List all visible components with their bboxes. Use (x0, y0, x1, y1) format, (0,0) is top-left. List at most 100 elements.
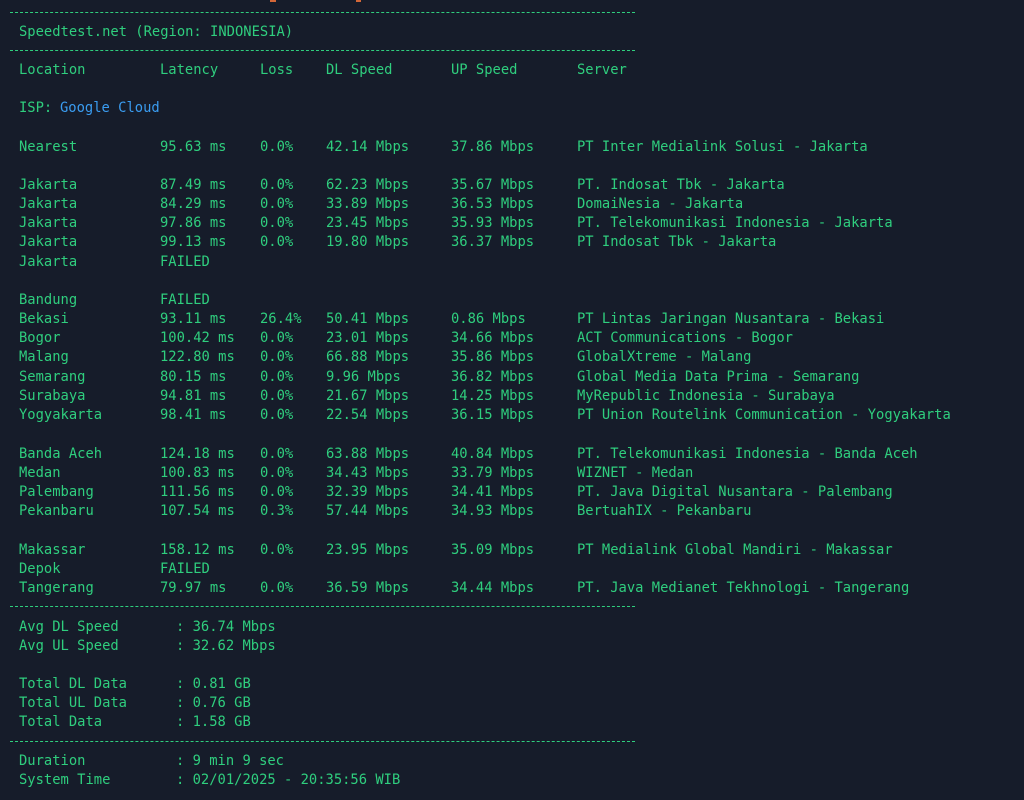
separator-line (10, 50, 635, 51)
isp-line: ISP: Google Cloud (0, 99, 160, 118)
cell-location: Depok (19, 561, 61, 577)
cell-dl-speed: 57.44 Mbps (326, 503, 410, 519)
cell-server: PT. Indosat Tbk - Jakarta (577, 177, 785, 193)
cell-location: Palembang (19, 484, 94, 500)
cell-location: Bogor (19, 330, 61, 346)
cell-loss: 0.0% (260, 177, 294, 193)
cell-latency: FAILED (160, 561, 210, 577)
cell-location: Yogyakarta (19, 407, 103, 423)
cell-latency: 124.18 ms (160, 446, 235, 462)
summary-row-value: : 0.76 GB (176, 695, 251, 711)
cell-dl-speed: 23.45 Mbps (326, 215, 410, 231)
cell-location: Jakarta (19, 234, 78, 250)
cell-dl-speed: 42.14 Mbps (326, 139, 410, 155)
summary-row-value: : 32.62 Mbps (176, 638, 276, 654)
cell-location: Surabaya (19, 388, 86, 404)
cell-up-speed: 34.93 Mbps (451, 503, 535, 519)
cell-latency: 122.80 ms (160, 349, 235, 365)
cell-dl-speed: 36.59 Mbps (326, 580, 410, 596)
footer-row-value: : 02/01/2025 - 20:35:56 WIB (176, 772, 401, 788)
cell-server: Global Media Data Prima - Semarang (577, 369, 860, 385)
cell-dl-speed: 22.54 Mbps (326, 407, 410, 423)
cell-up-speed: 0.86 Mbps (451, 311, 526, 327)
cell-server: BertuahIX - Pekanbaru (577, 503, 752, 519)
cell-latency: 158.12 ms (160, 542, 235, 558)
cell-loss: 0.0% (260, 388, 294, 404)
cell-latency: 98.41 ms (160, 407, 227, 423)
cell-loss: 0.0% (260, 407, 294, 423)
summary-row-value: : 0.81 GB (176, 676, 251, 692)
cell-latency: 94.81 ms (160, 388, 227, 404)
cell-up-speed: 37.86 Mbps (451, 139, 535, 155)
cell-server: GlobalXtreme - Malang (577, 349, 752, 365)
cell-loss: 0.0% (260, 234, 294, 250)
cell-location: Tangerang (19, 580, 94, 596)
clipped-top-text-fragment (356, 0, 361, 2)
cell-loss: 0.0% (260, 484, 294, 500)
separator-line (10, 12, 635, 13)
cell-loss: 0.0% (260, 196, 294, 212)
cell-server: PT Lintas Jaringan Nusantara - Bekasi (577, 311, 885, 327)
cell-up-speed: 35.93 Mbps (451, 215, 535, 231)
cell-up-speed: 34.41 Mbps (451, 484, 535, 500)
isp-label: ISP: (19, 100, 53, 116)
cell-location: Malang (19, 349, 69, 365)
separator-line (10, 741, 635, 742)
summary-row-label: Total UL Data (19, 695, 127, 711)
cell-up-speed: 35.09 Mbps (451, 542, 535, 558)
cell-latency: 107.54 ms (160, 503, 235, 519)
section-title: Speedtest.net (Region: INDONESIA) (19, 24, 294, 40)
column-header-location: Location (19, 62, 86, 78)
cell-dl-speed: 50.41 Mbps (326, 311, 410, 327)
summary-row-label: Avg DL Speed (19, 619, 119, 635)
cell-loss: 0.0% (260, 580, 294, 596)
cell-latency: FAILED (160, 292, 210, 308)
terminal-window: Speedtest.net (Region: INDONESIA) Locati… (0, 0, 1024, 800)
cell-location: Jakarta (19, 215, 78, 231)
cell-latency: 97.86 ms (160, 215, 227, 231)
cell-dl-speed: 23.01 Mbps (326, 330, 410, 346)
cell-server: PT Medialink Global Mandiri - Makassar (577, 542, 893, 558)
cell-latency: 79.97 ms (160, 580, 227, 596)
cell-dl-speed: 63.88 Mbps (326, 446, 410, 462)
column-header-server: Server (577, 62, 627, 78)
cell-loss: 26.4% (260, 311, 302, 327)
cell-latency: 111.56 ms (160, 484, 235, 500)
cell-up-speed: 35.86 Mbps (451, 349, 535, 365)
cell-latency: 95.63 ms (160, 139, 227, 155)
column-header-dl-speed: DL Speed (326, 62, 393, 78)
cell-loss: 0.3% (260, 503, 294, 519)
cell-loss: 0.0% (260, 139, 294, 155)
cell-location: Bekasi (19, 311, 69, 327)
cell-server: WIZNET - Medan (577, 465, 694, 481)
column-header-latency: Latency (160, 62, 219, 78)
cell-up-speed: 34.66 Mbps (451, 330, 535, 346)
footer-row-label: Duration (19, 753, 86, 769)
cell-dl-speed: 23.95 Mbps (326, 542, 410, 558)
cell-server: PT. Java Digital Nusantara - Palembang (577, 484, 893, 500)
cell-location: Jakarta (19, 254, 78, 270)
cell-location: Bandung (19, 292, 78, 308)
cell-up-speed: 33.79 Mbps (451, 465, 535, 481)
cell-location: Jakarta (19, 196, 78, 212)
table-header: Location Latency Loss DL Speed UP Speed … (0, 61, 627, 80)
cell-dl-speed: 9.96 Mbps (326, 369, 401, 385)
section-title-row: Speedtest.net (Region: INDONESIA) (0, 23, 293, 42)
cell-location: Banda Aceh (19, 446, 103, 462)
cell-loss: 0.0% (260, 446, 294, 462)
cell-loss: 0.0% (260, 542, 294, 558)
cell-latency: FAILED (160, 254, 210, 270)
cell-up-speed: 36.53 Mbps (451, 196, 535, 212)
cell-server: PT. Telekomunikasi Indonesia - Jakarta (577, 215, 893, 231)
clipped-top-text-fragment (270, 0, 276, 2)
footer-row-value: : 9 min 9 sec (176, 753, 284, 769)
summary-row-label: Total DL Data (19, 676, 127, 692)
cell-latency: 99.13 ms (160, 234, 227, 250)
cell-dl-speed: 66.88 Mbps (326, 349, 410, 365)
cell-location: Nearest (19, 139, 78, 155)
cell-dl-speed: 62.23 Mbps (326, 177, 410, 193)
cell-loss: 0.0% (260, 349, 294, 365)
cell-latency: 93.11 ms (160, 311, 227, 327)
cell-latency: 80.15 ms (160, 369, 227, 385)
cell-dl-speed: 33.89 Mbps (326, 196, 410, 212)
